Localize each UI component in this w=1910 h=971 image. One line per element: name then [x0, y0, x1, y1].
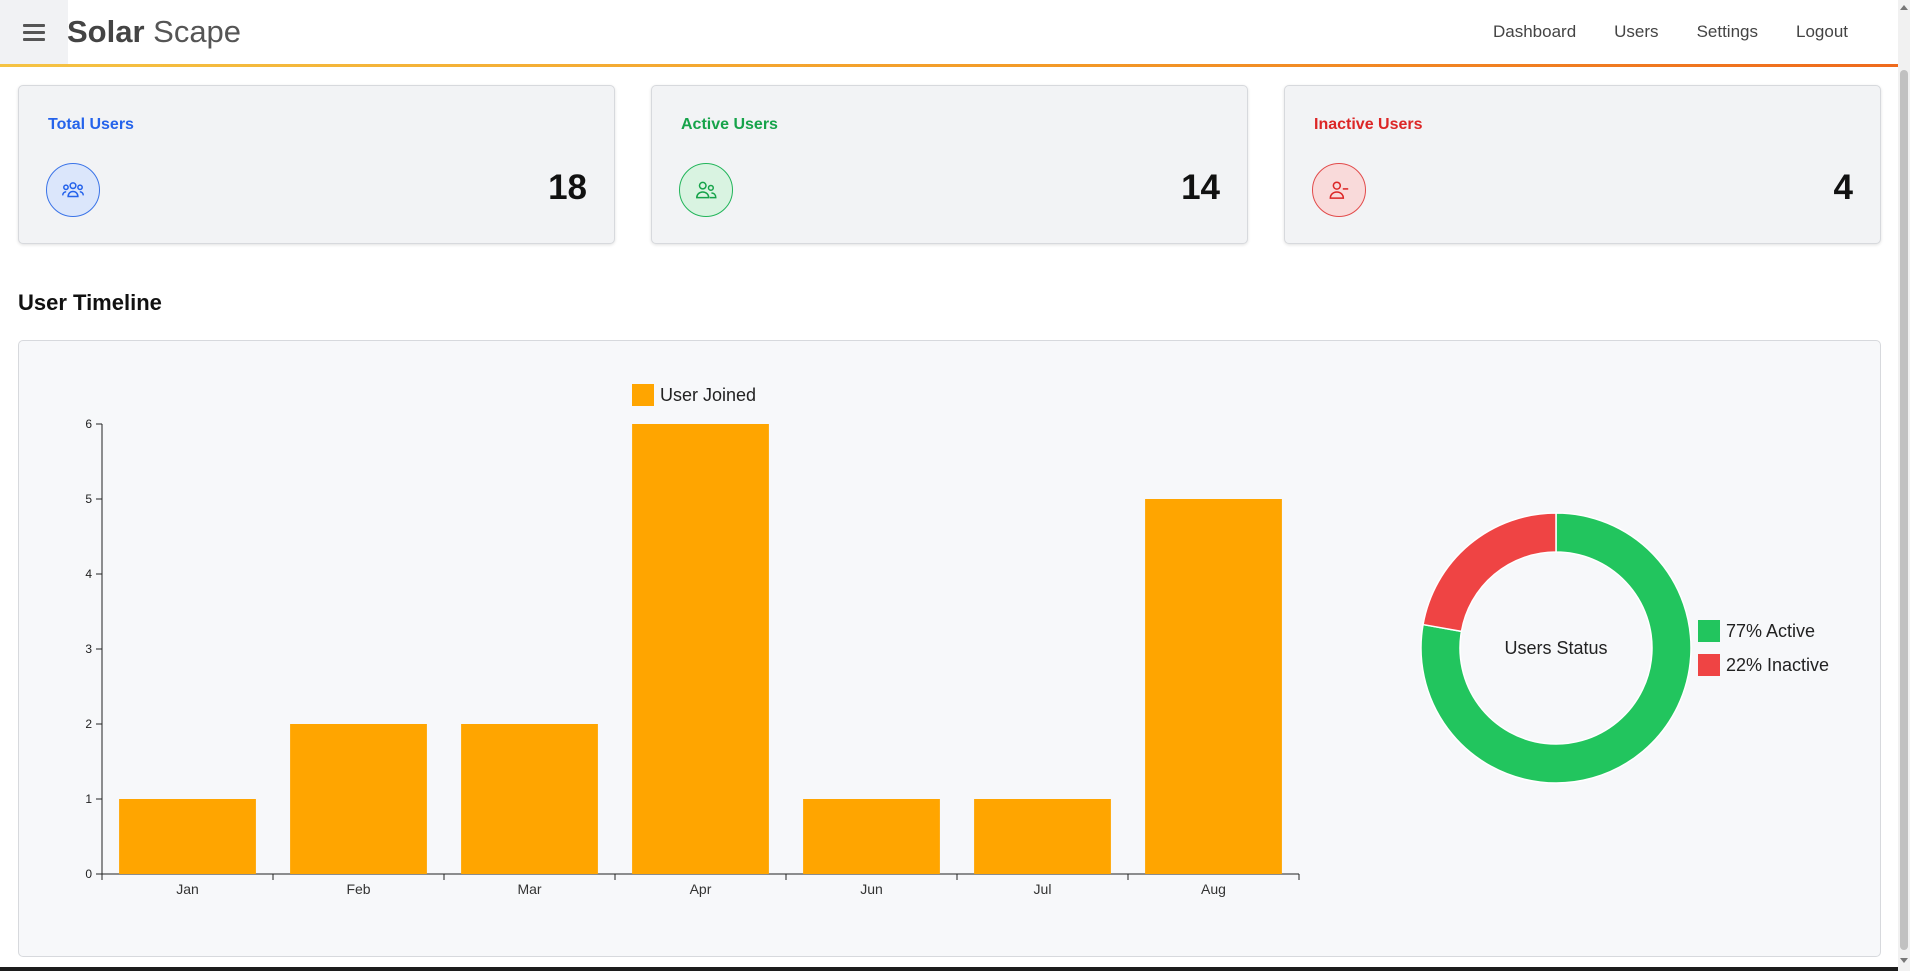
pie-legend-swatch — [1698, 620, 1720, 642]
users-icon — [679, 163, 733, 217]
pie-slice-inactive — [1422, 512, 1557, 633]
card-value: 18 — [548, 168, 587, 207]
y-tick-label: 3 — [85, 642, 92, 656]
bar-mar — [461, 724, 598, 874]
legend-label-user-joined: User Joined — [660, 385, 756, 405]
x-tick-label: Jan — [176, 881, 199, 897]
legend-swatch-user-joined — [632, 384, 654, 406]
x-tick-label: Apr — [690, 881, 712, 897]
y-tick-label: 4 — [85, 567, 92, 581]
card-total-users: Total Users 18 — [18, 85, 615, 244]
x-tick-label: Mar — [517, 881, 541, 897]
section-title: User Timeline — [18, 290, 162, 315]
card-active-users: Active Users 14 — [651, 85, 1248, 244]
pie-center-label: Users Status — [1504, 638, 1607, 658]
y-tick-label: 5 — [85, 492, 92, 506]
y-tick-label: 0 — [85, 867, 92, 881]
pie-legend-swatch — [1698, 654, 1720, 676]
user-minus-icon — [1312, 163, 1366, 217]
vertical-scrollbar[interactable] — [1898, 0, 1910, 971]
app-root: Solar Scape Dashboard Users Settings Log… — [0, 0, 1910, 971]
x-tick-label: Jul — [1034, 881, 1052, 897]
hamburger-icon — [23, 24, 45, 41]
card-title: Active Users — [681, 116, 778, 133]
bar-feb — [290, 724, 427, 874]
card-value: 14 — [1181, 168, 1220, 207]
brand-logo[interactable]: Solar Scape — [67, 14, 241, 50]
bar-apr — [632, 424, 769, 874]
brand-rest: Scape — [144, 14, 242, 49]
users-group-icon — [46, 163, 100, 217]
pie-legend-label: 77% Active — [1726, 621, 1815, 641]
bottom-strip — [0, 967, 1898, 971]
bar-jul — [974, 799, 1111, 874]
x-tick-label: Jun — [860, 881, 883, 897]
scroll-thumb[interactable] — [1900, 70, 1908, 950]
nav-dashboard[interactable]: Dashboard — [1493, 22, 1576, 42]
bar-aug — [1145, 499, 1282, 874]
y-tick-label: 1 — [85, 792, 92, 806]
timeline-panel: 0 1 2 3 4 5 6 Jan Feb Mar Apr Jun Jul Aug User Joined U… — [18, 340, 1881, 957]
nav-settings[interactable]: Settings — [1697, 22, 1758, 42]
pie-legend-label: 22% Inactive — [1726, 655, 1829, 675]
top-nav: Dashboard Users Settings Logout — [1493, 22, 1848, 42]
charts-svg: 0 1 2 3 4 5 6 Jan Feb Mar Apr Jun Jul Aug User Joined U… — [85, 384, 1829, 897]
bar-jun — [803, 799, 940, 874]
nav-logout[interactable]: Logout — [1796, 22, 1848, 42]
nav-users[interactable]: Users — [1614, 22, 1658, 42]
x-tick-label: Aug — [1201, 881, 1226, 897]
y-tick-label: 6 — [85, 417, 92, 431]
card-title: Total Users — [48, 116, 134, 133]
brand-strong: Solar — [67, 14, 145, 49]
bar-jan — [119, 799, 256, 874]
scroll-up-icon[interactable] — [1900, 5, 1908, 10]
card-inactive-users: Inactive Users 4 — [1284, 85, 1881, 244]
scroll-down-icon[interactable] — [1900, 958, 1908, 963]
top-header: Solar Scape Dashboard Users Settings Log… — [0, 0, 1898, 66]
card-value: 4 — [1833, 168, 1853, 207]
x-tick-label: Feb — [346, 881, 370, 897]
menu-button[interactable] — [0, 0, 68, 64]
y-tick-label: 2 — [85, 717, 92, 731]
card-title: Inactive Users — [1314, 116, 1423, 133]
header-accent-line — [0, 64, 1898, 67]
